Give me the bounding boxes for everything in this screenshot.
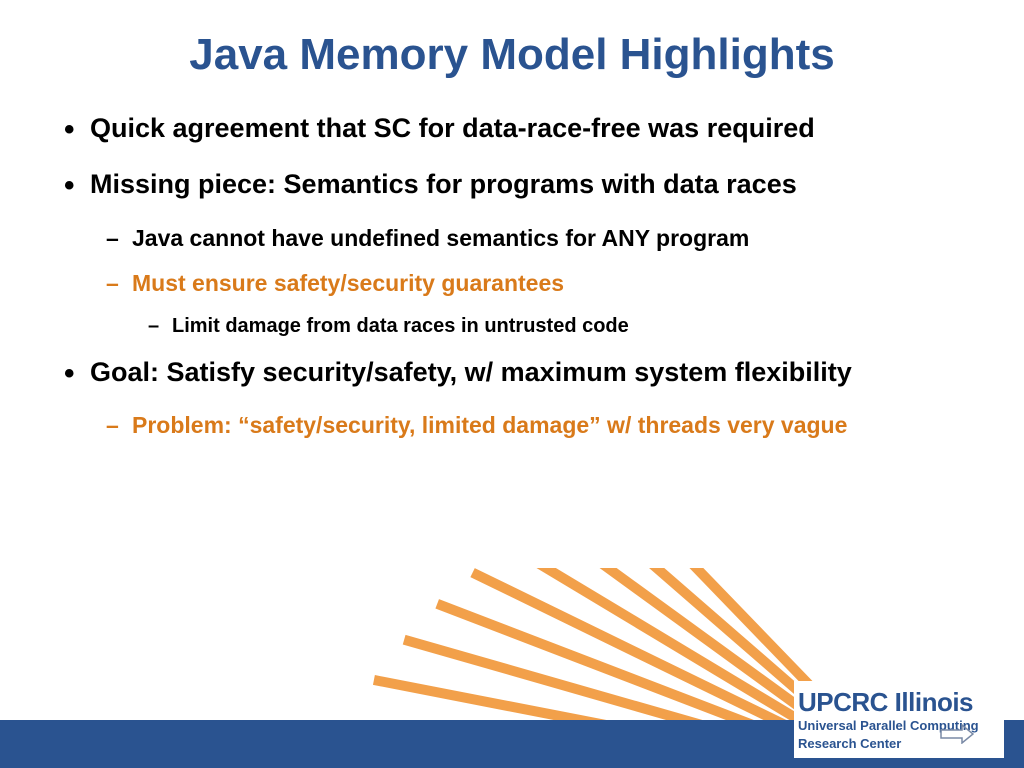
bullet-1: Quick agreement that SC for data-race-fr… xyxy=(60,110,964,146)
arrow-right-icon xyxy=(940,724,974,744)
bullet-2b1: Limit damage from data races in untruste… xyxy=(60,313,964,340)
slide-title: Java Memory Model Highlights xyxy=(60,30,964,80)
bullet-3: Goal: Satisfy security/safety, w/ maximu… xyxy=(60,354,964,390)
bullet-2a: Java cannot have undefined semantics for… xyxy=(60,223,964,254)
bullet-3a: Problem: “safety/security, limited damag… xyxy=(60,410,964,441)
bullet-2b: Must ensure safety/security guarantees xyxy=(60,268,964,299)
upcrc-logo: UPCRC Illinois Universal Parallel Comput… xyxy=(794,681,1004,758)
bullet-2: Missing piece: Semantics for programs wi… xyxy=(60,166,964,202)
bullet-list: Quick agreement that SC for data-race-fr… xyxy=(60,110,964,441)
slide-body: Java Memory Model Highlights Quick agree… xyxy=(0,0,1024,441)
logo-title: UPCRC Illinois xyxy=(798,689,1000,715)
